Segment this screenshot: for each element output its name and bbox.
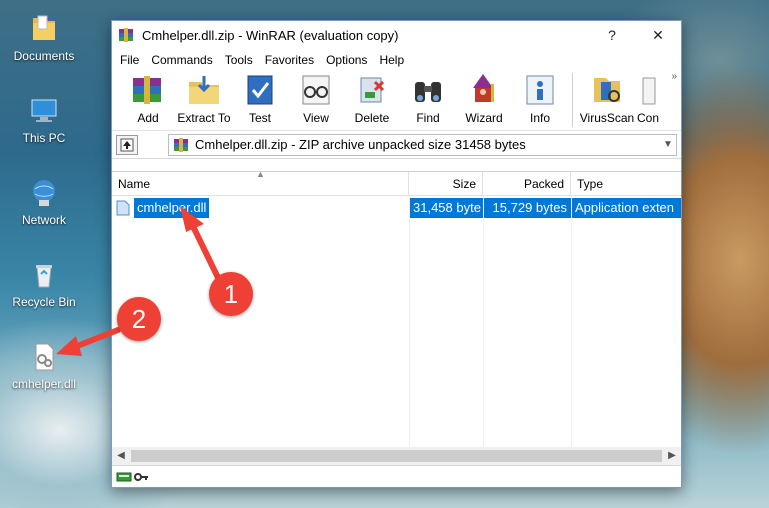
arrow-to-desktop-file	[56, 327, 121, 356]
step-badge-1: 1	[209, 272, 253, 316]
annotation-arrows	[56, 206, 225, 356]
arrow-to-file-row	[180, 206, 225, 289]
step-badge-2: 2	[117, 297, 161, 341]
